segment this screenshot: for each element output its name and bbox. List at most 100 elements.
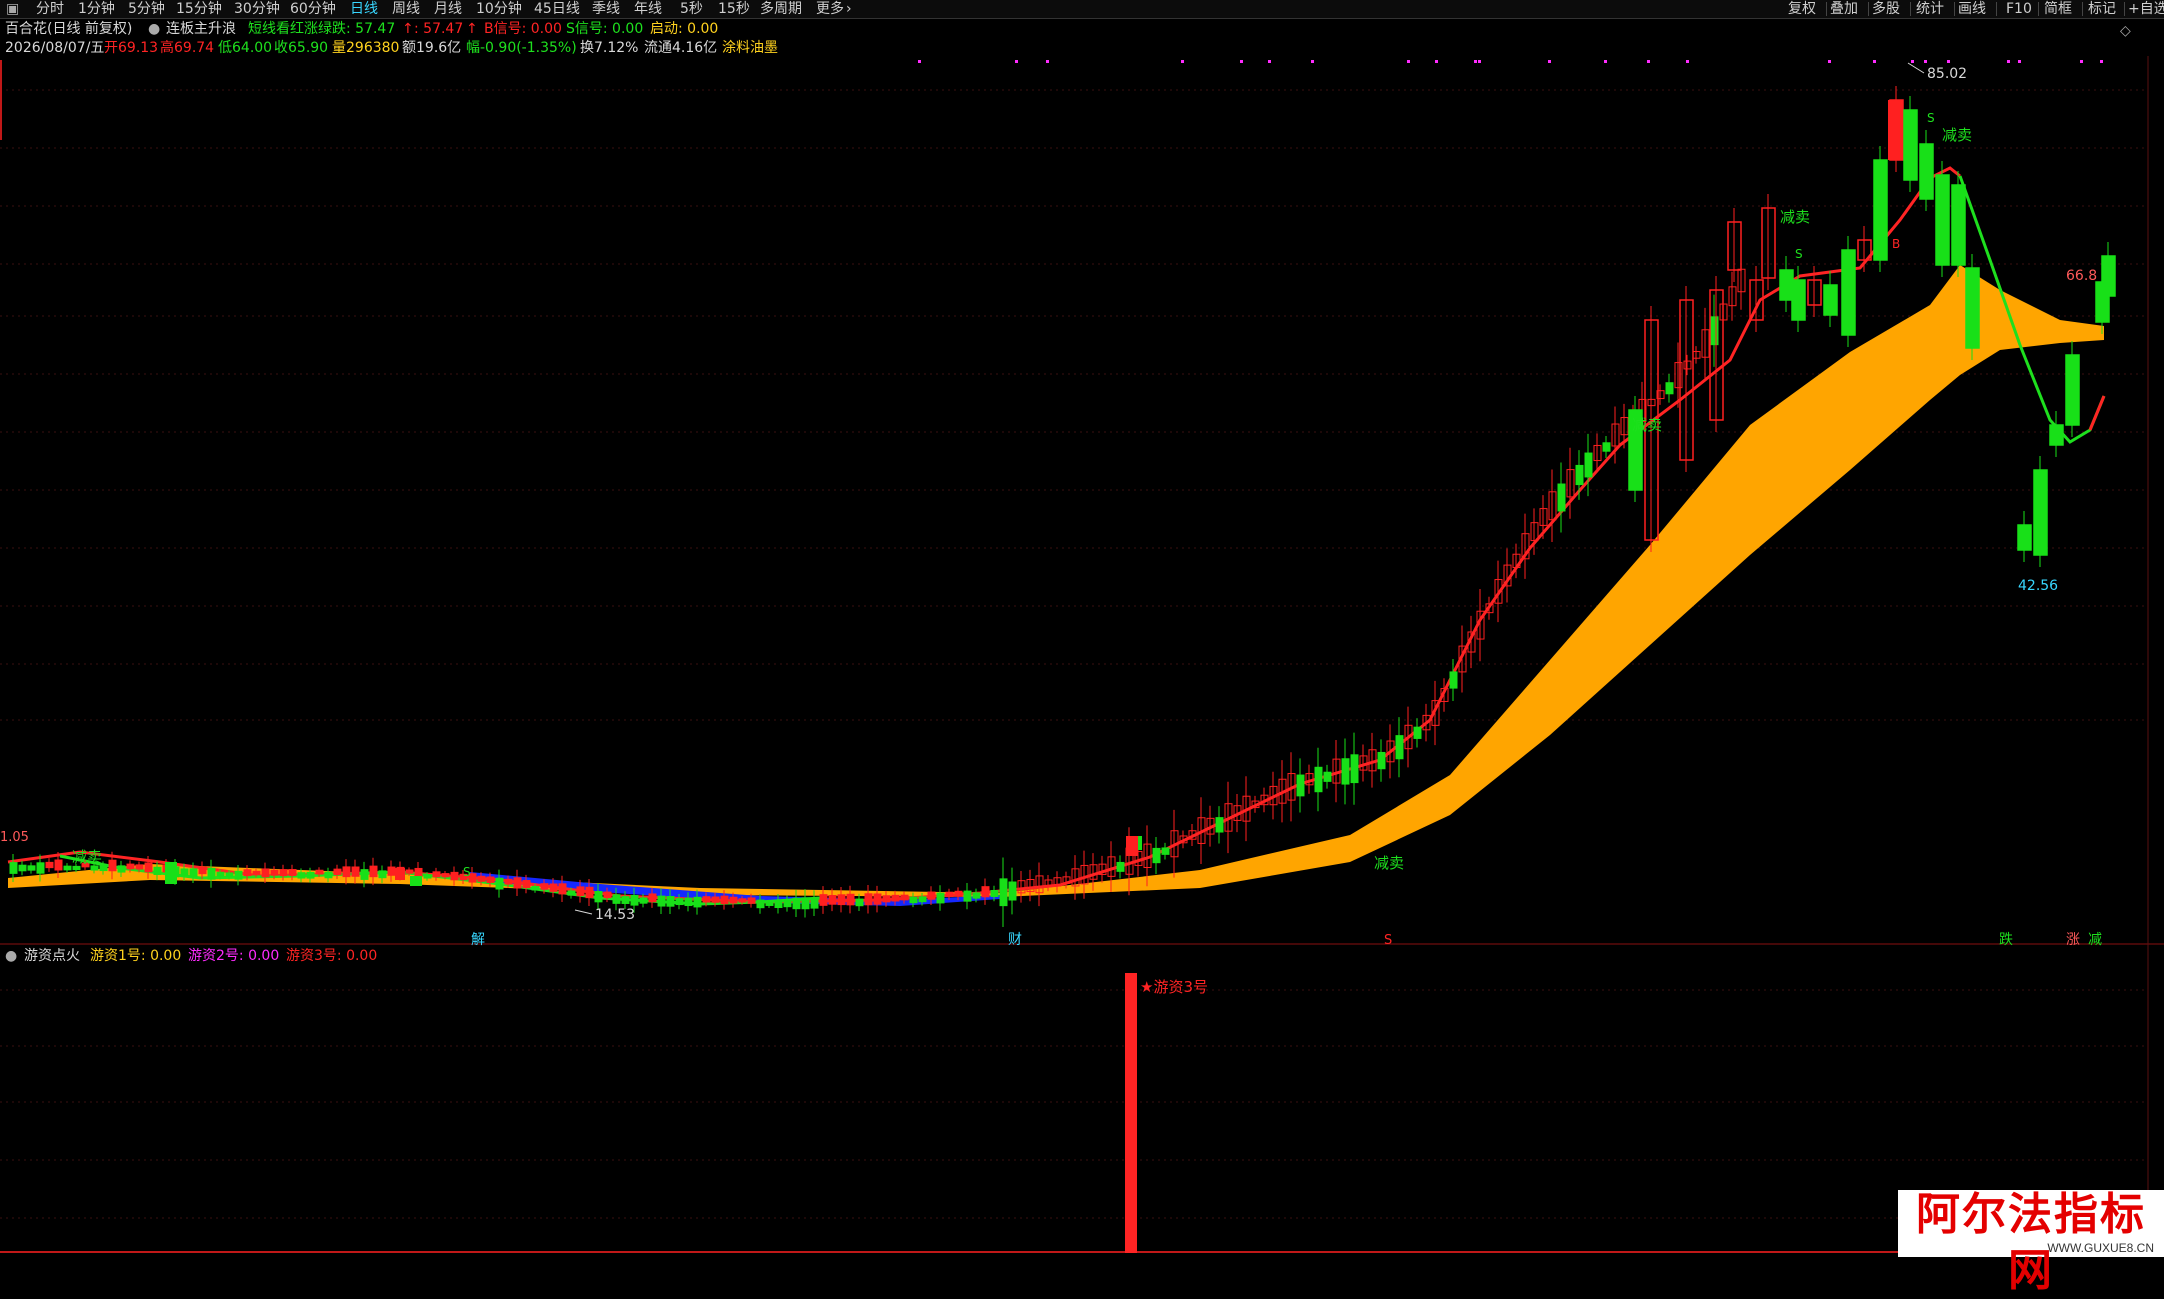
period-toolbar: ▣ 分时 1分钟 5分钟 15分钟 30分钟 60分钟 日线 周线 月线 10分… — [0, 0, 2164, 19]
b-mark-label: B — [1892, 237, 1900, 251]
candle-body — [594, 891, 603, 903]
candle-body — [165, 862, 177, 884]
tab-60min[interactable]: 60分钟 — [290, 0, 336, 18]
hot-money1-value: 游资1号: 0.00 — [90, 948, 182, 964]
candle-body — [684, 897, 693, 907]
draw-line-button[interactable]: 画线 — [1958, 0, 1986, 18]
candle-body — [1215, 817, 1224, 833]
concept-label[interactable]: 涂料油墨 — [722, 38, 778, 58]
hot-money3-value: 游资3号: 0.00 — [286, 948, 378, 964]
candle-body — [198, 866, 207, 875]
candle-body — [891, 894, 900, 902]
tab-5sec[interactable]: 5秒 — [680, 0, 703, 18]
candle-body — [774, 899, 783, 909]
candle-body — [1377, 751, 1386, 770]
tab-daily[interactable]: 日线 — [350, 0, 378, 18]
candle-body — [477, 875, 486, 882]
candle-body — [612, 894, 621, 904]
candle-body — [387, 866, 396, 876]
signal-dot — [1311, 60, 1314, 63]
tab-fenshi[interactable]: 分时 — [36, 0, 64, 18]
tab-weekly[interactable]: 周线 — [392, 0, 420, 18]
candle-body — [405, 869, 414, 874]
candle-body — [639, 897, 648, 904]
signal-dot — [1604, 60, 1607, 63]
signal-dot — [1435, 60, 1438, 63]
candle-body — [945, 891, 954, 898]
candle-body — [531, 886, 540, 891]
mark-button[interactable]: 标记 — [2088, 0, 2116, 18]
candle-body — [1116, 861, 1125, 872]
tab-monthly[interactable]: 月线 — [434, 0, 462, 18]
candle-body — [441, 873, 450, 878]
multi-stock-button[interactable]: 多股 — [1872, 0, 1900, 18]
candle-body — [1951, 184, 1966, 266]
candle-body — [410, 876, 422, 886]
tab-quarterly[interactable]: 季线 — [592, 0, 620, 18]
low-price: 低64.00 — [218, 40, 273, 56]
tab-more[interactable]: 更多 — [816, 0, 844, 18]
candle-body — [72, 865, 81, 871]
overlay-button[interactable]: 叠加 — [1830, 0, 1858, 18]
candle-body — [540, 883, 549, 890]
indicator-toggle-icon[interactable]: ● — [148, 19, 160, 39]
candle-body — [1779, 269, 1794, 301]
candle-body — [261, 868, 270, 878]
tab-15min[interactable]: 15分钟 — [176, 0, 222, 18]
collapse-icon[interactable]: ● — [5, 946, 17, 966]
signal-dot — [1873, 60, 1876, 63]
main-chart[interactable]: 85.0242.5614.5366.81.05减卖 减卖减卖减卖减卖SSSB解财 S… — [0, 0, 2164, 1257]
indicator-name[interactable]: 连板主升浪 — [166, 19, 236, 39]
candle-body — [360, 869, 369, 880]
candle-body — [27, 865, 36, 871]
candle-body — [621, 896, 630, 904]
candle-body — [972, 892, 981, 899]
candle-body — [738, 898, 747, 903]
tab-yearly[interactable]: 年线 — [634, 0, 662, 18]
signal-dot — [1911, 60, 1914, 63]
signal-dot — [1474, 60, 1477, 63]
candle-body — [936, 892, 945, 904]
candle-body — [918, 896, 927, 903]
signal-dot — [918, 60, 921, 63]
candle-body — [1161, 847, 1170, 855]
tab-10min[interactable]: 10分钟 — [476, 0, 522, 18]
candle-body — [882, 895, 891, 903]
candle-body — [1413, 726, 1422, 739]
candle-body — [423, 874, 432, 879]
add-favorite-button[interactable]: +自选 — [2128, 0, 2164, 18]
candle-body — [378, 870, 387, 879]
tab-15sec[interactable]: 15秒 — [718, 0, 750, 18]
candle-body — [1323, 771, 1332, 782]
candle-body — [927, 891, 936, 900]
signal-dot — [1181, 60, 1184, 63]
tab-1min[interactable]: 1分钟 — [78, 0, 115, 18]
tab-30min[interactable]: 30分钟 — [234, 0, 280, 18]
indicator2-name[interactable]: 游资点火 — [24, 946, 80, 966]
candle-body — [900, 894, 909, 901]
min-price-label: 42.56 — [2018, 578, 2058, 594]
candle-body — [1823, 284, 1838, 316]
candle-body — [828, 894, 837, 905]
sell-signal-label: 减卖 — [1374, 854, 1404, 872]
f10-button[interactable]: F10 — [2006, 0, 2032, 18]
tab-45day[interactable]: 45日线 — [534, 0, 580, 18]
candle-body — [729, 896, 738, 904]
fuquan-button[interactable]: 复权 — [1788, 0, 1816, 18]
toolbar-menu-icon[interactable]: ▣ — [6, 0, 19, 18]
candle-body — [108, 859, 117, 872]
stock-name[interactable]: 百合花(日线 前复权) — [5, 19, 132, 39]
sell-signal-label: 减卖 — [1632, 416, 1662, 434]
statistics-button[interactable]: 统计 — [1916, 0, 1944, 18]
signal-dot — [2007, 60, 2010, 63]
candle-body — [666, 895, 675, 907]
tab-multi-period[interactable]: 多周期 — [760, 0, 802, 18]
signal-dot — [1046, 60, 1049, 63]
simple-frame-button[interactable]: 简框 — [2044, 0, 2072, 18]
candle-body — [1449, 671, 1458, 689]
tab-5min[interactable]: 5分钟 — [128, 0, 165, 18]
candle-body — [234, 870, 243, 880]
candle-body — [693, 896, 702, 908]
candle-body — [702, 896, 711, 903]
candle-body — [720, 895, 729, 905]
